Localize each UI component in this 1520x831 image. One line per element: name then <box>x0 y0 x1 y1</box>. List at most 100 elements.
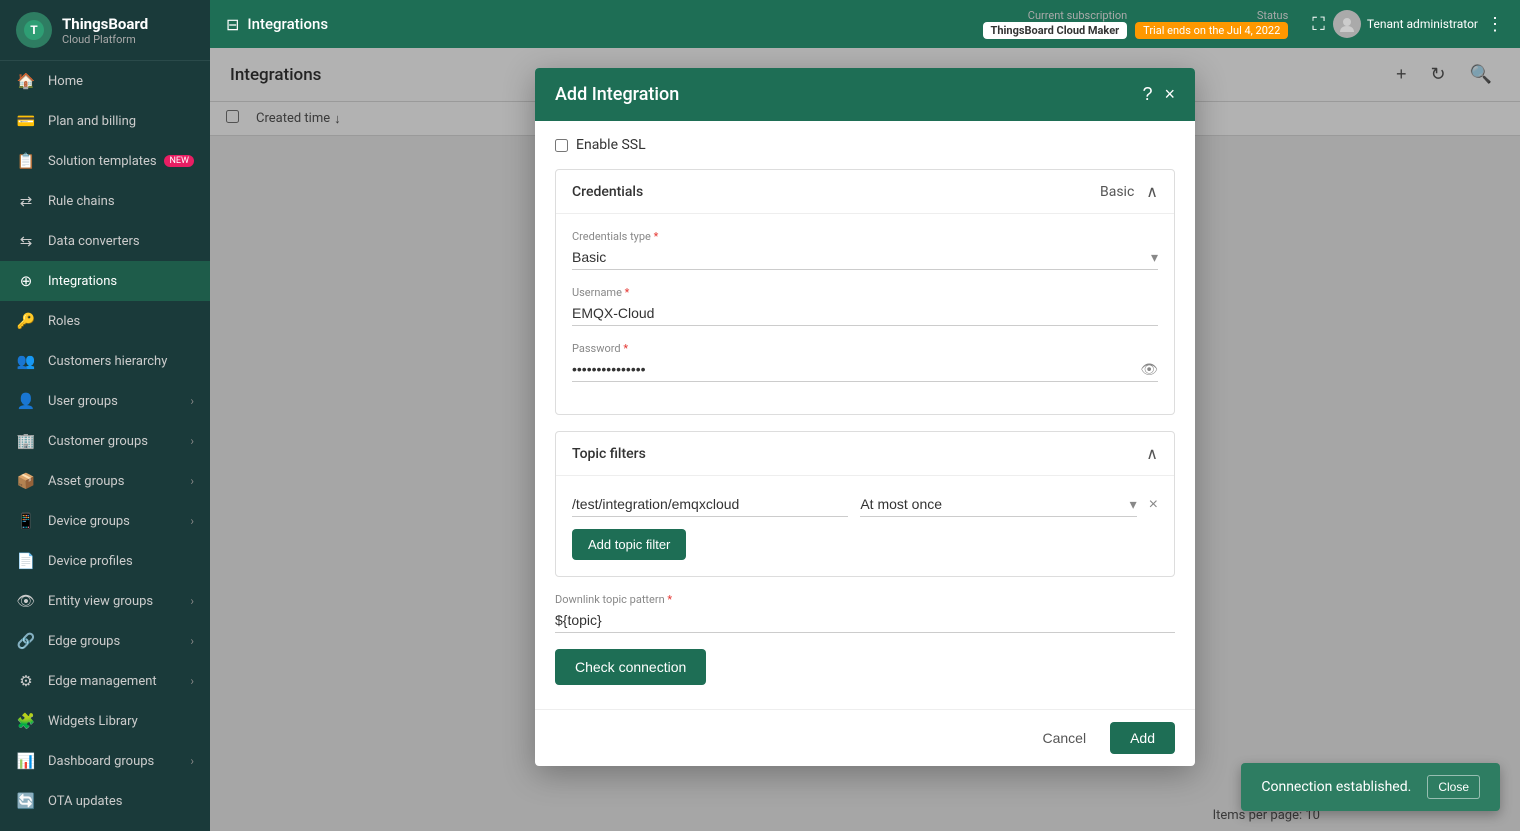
sidebar-item-label-solution-templates: Solution templates <box>48 154 160 169</box>
topic-remove-button[interactable]: × <box>1149 496 1158 514</box>
downlink-section: Downlink topic pattern * <box>555 593 1175 633</box>
password-toggle-icon[interactable]: 👁 <box>1140 362 1158 378</box>
username-input[interactable] <box>572 301 1158 326</box>
sidebar-item-roles[interactable]: 🔑 Roles <box>0 301 210 341</box>
subscription-info: Current subscription ThingsBoard Cloud M… <box>983 9 1128 39</box>
credentials-section-body: Credentials type * Basic Certificate Ano… <box>556 214 1174 414</box>
credentials-type-display: Basic <box>1100 184 1134 200</box>
sidebar-item-home[interactable]: 🏠 Home <box>0 61 210 101</box>
sidebar-item-device-groups[interactable]: 📱 Device groups › <box>0 501 210 541</box>
sidebar-item-customers-hierarchy[interactable]: 👥 Customers hierarchy <box>0 341 210 381</box>
add-button[interactable]: Add <box>1110 722 1175 754</box>
status-value: Trial ends on the Jul 4, 2022 <box>1135 22 1288 39</box>
topbar: ⊟ Integrations Current subscription Thin… <box>210 0 1520 48</box>
data-converters-icon: ⇆ <box>16 231 36 251</box>
more-menu-button[interactable]: ⋮ <box>1486 14 1504 35</box>
credentials-type-label: Credentials type * <box>572 230 1158 243</box>
sidebar-item-label-plan-billing: Plan and billing <box>48 114 194 129</box>
main-content: ⊟ Integrations Current subscription Thin… <box>210 0 1520 831</box>
toast-notification: Connection established. Close <box>1241 763 1500 811</box>
sidebar-item-asset-groups[interactable]: 📦 Asset groups › <box>0 461 210 501</box>
topic-filters-header[interactable]: Topic filters ∧ <box>556 432 1174 476</box>
sidebar-item-dashboard-groups[interactable]: 📊 Dashboard groups › <box>0 741 210 781</box>
sidebar-nav: 🏠 Home 💳 Plan and billing 📋 Solution tem… <box>0 61 210 831</box>
credentials-title: Credentials <box>572 184 1100 200</box>
topbar-title: Integrations <box>247 15 328 33</box>
home-icon: 🏠 <box>16 71 36 91</box>
check-connection-button[interactable]: Check connection <box>555 649 706 685</box>
integrations-nav-icon: ⊟ <box>226 15 239 34</box>
sidebar-item-edge-groups[interactable]: 🔗 Edge groups › <box>0 621 210 661</box>
sidebar-item-device-profiles[interactable]: 📄 Device profiles <box>0 541 210 581</box>
sidebar-item-label-edge-management: Edge management <box>48 674 190 689</box>
topic-filters-section: Topic filters ∧ At most once At least on… <box>555 431 1175 577</box>
expand-icon-dashboard-groups: › <box>190 754 194 768</box>
toast-close-button[interactable]: Close <box>1427 775 1480 799</box>
expand-icon-user-groups: › <box>190 394 194 408</box>
downlink-label: Downlink topic pattern * <box>555 593 1175 606</box>
topic-filter-input[interactable] <box>572 492 848 517</box>
sidebar-item-scheduler[interactable]: 📅 Scheduler <box>0 821 210 831</box>
user-avatar <box>1333 10 1361 38</box>
sidebar-item-label-device-profiles: Device profiles <box>48 554 194 569</box>
sidebar-item-label-user-groups: User groups <box>48 394 190 409</box>
sidebar-item-ota-updates[interactable]: 🔄 OTA updates <box>0 781 210 821</box>
credentials-type-field: Credentials type * Basic Certificate Ano… <box>572 230 1158 270</box>
topbar-actions: ⛶ Tenant administrator ⋮ <box>1312 10 1504 38</box>
sidebar-item-entity-view-groups[interactable]: 👁 Entity view groups › <box>0 581 210 621</box>
expand-icon-edge-groups: › <box>190 634 194 648</box>
dialog-body: Enable SSL Credentials Basic ∧ <box>535 121 1195 709</box>
device-groups-icon: 📱 <box>16 511 36 531</box>
add-integration-dialog: Add Integration ? × Enable SSL <box>535 68 1195 766</box>
app-logo: T ThingsBoard Cloud Platform <box>0 0 210 61</box>
fullscreen-button[interactable]: ⛶ <box>1312 14 1325 35</box>
sidebar-item-user-groups[interactable]: 👤 User groups › <box>0 381 210 421</box>
password-input[interactable] <box>572 357 1158 382</box>
dialog-header: Add Integration ? × <box>535 68 1195 121</box>
credentials-section-header[interactable]: Credentials Basic ∧ <box>556 170 1174 214</box>
topic-filters-chevron-icon: ∧ <box>1146 444 1158 463</box>
widgets-library-icon: 🧩 <box>16 711 36 731</box>
dialog-title: Add Integration <box>555 84 1142 105</box>
add-topic-filter-button[interactable]: Add topic filter <box>572 529 686 560</box>
sidebar-item-integrations[interactable]: ⊕ Integrations <box>0 261 210 301</box>
downlink-input[interactable] <box>555 608 1175 633</box>
topic-filters-body: At most once At least once Exactly once … <box>556 476 1174 576</box>
app-name: ThingsBoard <box>62 15 148 33</box>
status-info: Status Trial ends on the Jul 4, 2022 <box>1135 9 1288 39</box>
sidebar-item-label-roles: Roles <box>48 314 194 329</box>
sidebar-item-data-converters[interactable]: ⇆ Data converters <box>0 221 210 261</box>
sidebar-item-label-customer-groups: Customer groups <box>48 434 190 449</box>
enable-ssl-checkbox[interactable] <box>555 139 568 152</box>
sidebar-item-widgets-library[interactable]: 🧩 Widgets Library <box>0 701 210 741</box>
app-subtitle: Cloud Platform <box>62 33 148 46</box>
expand-icon-device-groups: › <box>190 514 194 528</box>
dialog-close-button[interactable]: × <box>1164 84 1175 105</box>
device-profiles-icon: 📄 <box>16 551 36 571</box>
cancel-button[interactable]: Cancel <box>1026 722 1102 754</box>
sidebar-item-label-customers-hierarchy: Customers hierarchy <box>48 354 194 369</box>
sidebar-item-plan-billing[interactable]: 💳 Plan and billing <box>0 101 210 141</box>
user-menu[interactable]: Tenant administrator <box>1333 10 1478 38</box>
topbar-right: Current subscription ThingsBoard Cloud M… <box>983 9 1504 39</box>
sidebar-item-label-integrations: Integrations <box>48 274 194 289</box>
sidebar-item-label-ota-updates: OTA updates <box>48 794 194 809</box>
dialog-help-button[interactable]: ? <box>1142 84 1152 105</box>
rule-chains-icon: ⇄ <box>16 191 36 211</box>
credentials-type-select[interactable]: Basic Certificate Anonymous <box>572 245 1158 270</box>
user-label: Tenant administrator <box>1367 17 1478 31</box>
new-badge-solution-templates: NEW <box>164 155 194 167</box>
sidebar-item-rule-chains[interactable]: ⇄ Rule chains <box>0 181 210 221</box>
expand-icon-asset-groups: › <box>190 474 194 488</box>
username-label: Username * <box>572 286 1158 299</box>
enable-ssl-row: Enable SSL <box>555 137 1175 153</box>
qos-select[interactable]: At most once At least once Exactly once <box>860 492 1136 517</box>
sidebar-item-customer-groups[interactable]: 🏢 Customer groups › <box>0 421 210 461</box>
sidebar-item-solution-templates[interactable]: 📋 Solution templates NEW <box>0 141 210 181</box>
password-field: Password * 👁 <box>572 342 1158 382</box>
sidebar-item-label-asset-groups: Asset groups <box>48 474 190 489</box>
sidebar-item-label-entity-view-groups: Entity view groups <box>48 594 190 609</box>
expand-icon-edge-management: › <box>190 674 194 688</box>
sidebar-item-edge-management[interactable]: ⚙ Edge management › <box>0 661 210 701</box>
topic-filter-row: At most once At least once Exactly once … <box>572 492 1158 517</box>
